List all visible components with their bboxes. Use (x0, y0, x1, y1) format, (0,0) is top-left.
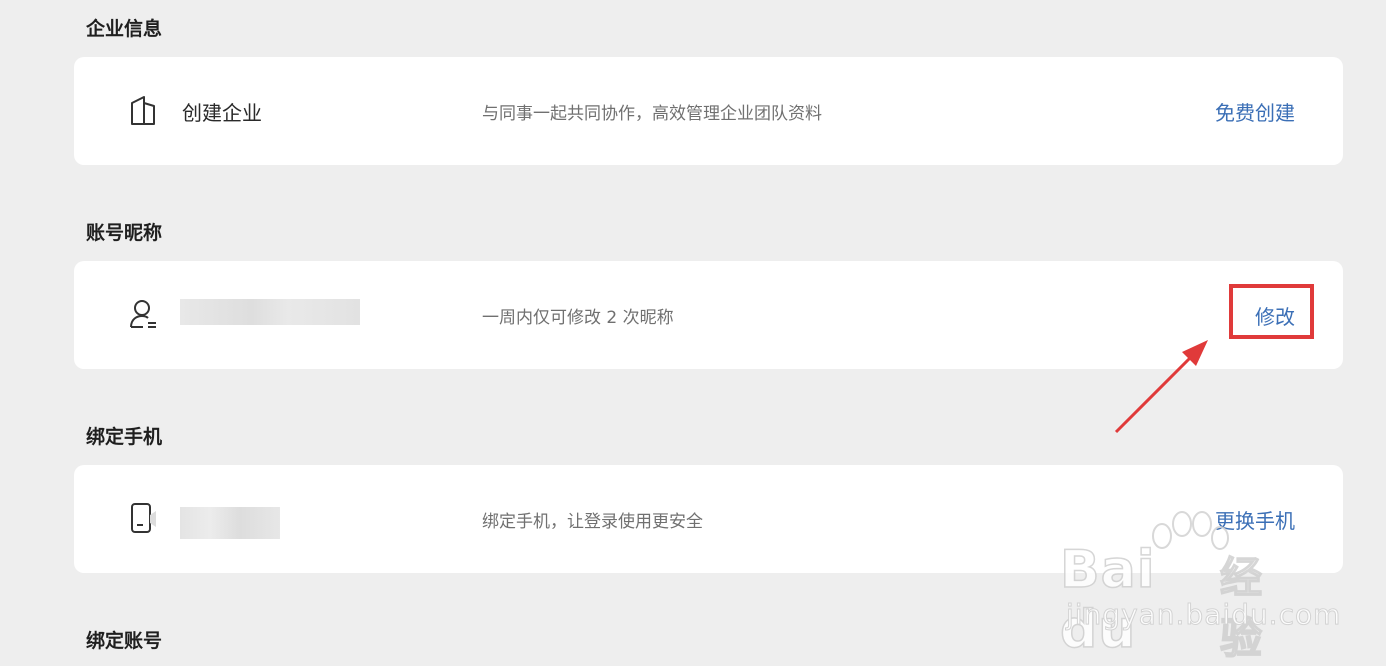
section-title-phone: 绑定手机 (86, 426, 163, 448)
create-company-description: 与同事一起共同协作，高效管理企业团队资料 (482, 104, 822, 124)
free-create-link[interactable]: 免费创建 (1215, 97, 1295, 126)
company-card: 创建企业 与同事一起共同协作，高效管理企业团队资料 免费创建 (74, 57, 1343, 165)
watermark-url: jingyan.baidu.com (1065, 598, 1342, 632)
section-title-bind-account: 绑定账号 (86, 630, 163, 652)
nickname-blurred (180, 299, 360, 325)
phone-icon (128, 501, 158, 535)
phone-description: 绑定手机，让登录使用更安全 (482, 512, 703, 532)
highlight-box (1229, 284, 1314, 339)
building-icon (128, 93, 158, 127)
nickname-description: 一周内仅可修改 2 次昵称 (482, 308, 674, 328)
user-icon (128, 297, 158, 331)
phone-blurred (180, 507, 280, 539)
section-title-nickname: 账号昵称 (86, 222, 163, 244)
section-title-company: 企业信息 (86, 18, 163, 40)
create-company-label: 创建企业 (182, 101, 262, 125)
annotation-arrow-icon (1114, 340, 1208, 434)
